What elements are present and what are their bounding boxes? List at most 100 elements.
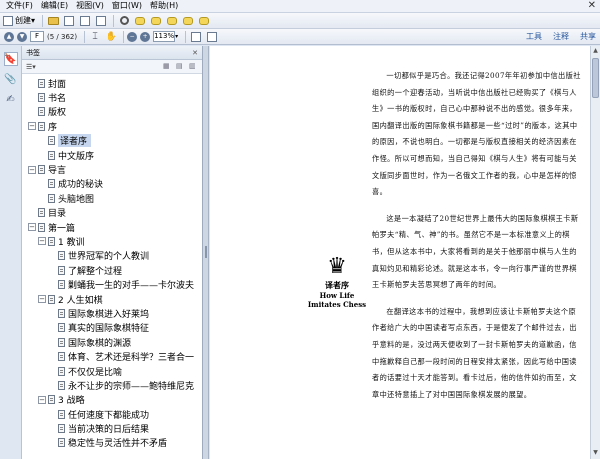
bookmark-item[interactable]: 任何速度下都能成功 bbox=[22, 407, 202, 421]
paperclip-icon[interactable]: 📎 bbox=[4, 72, 18, 86]
page-number-input[interactable]: F bbox=[30, 31, 44, 42]
bookmark-item[interactable]: 头脑地图 bbox=[22, 191, 202, 205]
vertical-scrollbar[interactable]: ▲ ▼ bbox=[590, 46, 600, 459]
scrollbar-thumb[interactable] bbox=[592, 58, 599, 98]
bookmark-item[interactable]: 封面 bbox=[22, 76, 202, 90]
bookmark-icon[interactable]: 🔖 bbox=[3, 52, 18, 66]
collapse-toggle-icon[interactable]: − bbox=[28, 223, 36, 232]
bookmark-item[interactable]: 不仅仅是比喻 bbox=[22, 364, 202, 378]
stamp-button[interactable] bbox=[165, 14, 179, 27]
zoom-dropdown-icon[interactable]: ▾ bbox=[175, 33, 178, 40]
bookmark-item[interactable]: − 序 bbox=[22, 119, 202, 133]
email-button[interactable] bbox=[94, 14, 108, 27]
scroll-up-icon[interactable]: ▲ bbox=[591, 47, 600, 56]
highlight-button[interactable] bbox=[149, 14, 163, 27]
bookmark-item[interactable]: 国际象棋进入好莱坞 bbox=[22, 306, 202, 320]
collapse-toggle-icon[interactable]: − bbox=[38, 395, 46, 404]
bookmark-item[interactable]: 了解整个过程 bbox=[22, 263, 202, 277]
bookmarks-header: 书签 ✕ bbox=[22, 46, 202, 60]
close-panel-icon[interactable]: ✕ bbox=[192, 49, 198, 57]
bookmark-item[interactable]: 书名 bbox=[22, 90, 202, 104]
paragraph: 这是一本凝结了20世纪世界上最伟大的国际象棋棋王卡斯帕罗夫“精、气、神”的书。虽… bbox=[372, 213, 579, 290]
previous-page-button[interactable]: ▲ bbox=[4, 31, 14, 42]
collapse-toggle-icon[interactable]: − bbox=[28, 165, 36, 174]
fit-width-icon bbox=[207, 31, 218, 42]
bookmark-item[interactable]: 体育、艺术还是科学？三者合一 bbox=[22, 349, 202, 363]
bookmark-item[interactable]: 国际象棋的渊源 bbox=[22, 335, 202, 349]
bookmark-item[interactable]: 稳定性与灵活性并不矛盾 bbox=[22, 436, 202, 450]
save-icon bbox=[64, 15, 75, 26]
paragraph: 一切都似乎是巧合。我还记得2007年年初参加中信出版社组织的一个迎春活动，当听说… bbox=[372, 71, 581, 197]
tools-link[interactable]: 工具 bbox=[526, 31, 542, 43]
create-button[interactable]: 创建 ▾ bbox=[3, 15, 35, 26]
chevron-down-icon: ▾ bbox=[31, 16, 36, 25]
bookmark-label: 版权 bbox=[48, 108, 67, 119]
bookmark-page-icon bbox=[58, 438, 65, 448]
comment-link[interactable]: 注释 bbox=[553, 31, 569, 43]
bookmark-label: 1 教训 bbox=[58, 237, 85, 248]
bookmark-item[interactable]: 中文版序 bbox=[22, 148, 202, 162]
collapse-toggle-icon[interactable]: − bbox=[38, 295, 46, 304]
bookmark-item[interactable]: 版权 bbox=[22, 105, 202, 119]
plus-icon: + bbox=[142, 33, 148, 40]
bookmark-page-icon bbox=[58, 409, 65, 419]
bookmark-item[interactable]: 世界冠军的个人教训 bbox=[22, 249, 202, 263]
page-count: (5 / 362) bbox=[47, 32, 78, 41]
create-button-label: 创建 bbox=[15, 16, 31, 25]
comment-button[interactable] bbox=[133, 14, 147, 27]
arrow-down-icon: ▼ bbox=[19, 33, 25, 40]
attach-button[interactable] bbox=[197, 14, 211, 27]
bookmark-page-icon bbox=[58, 308, 65, 318]
bookmark-page-icon bbox=[48, 179, 55, 189]
menu-edit[interactable]: 编辑(E) bbox=[41, 0, 68, 12]
scroll-down-icon[interactable]: ▼ bbox=[591, 449, 600, 458]
collapse-toggle-icon[interactable]: − bbox=[38, 237, 46, 246]
next-page-button[interactable]: ▼ bbox=[17, 31, 27, 42]
bookmark-item[interactable]: 成功的秘诀 bbox=[22, 177, 202, 191]
bookmark-actions: ▦ ▤ ▥ bbox=[159, 62, 198, 71]
bookmark-item[interactable]: 真实的国际象棋特征 bbox=[22, 321, 202, 335]
bookmark-item[interactable]: − 2 人生如棋 bbox=[22, 292, 202, 306]
bookmark-item[interactable]: 译者序 bbox=[22, 134, 202, 148]
bookmark-tree: 封面 书名 版权 − 序译者序 中文版序 − 导言 成功的秘诀 头脑地图 目录 − 第一篇 −1 教训 世界… bbox=[22, 74, 202, 450]
close-document-icon[interactable]: ✕ bbox=[588, 0, 596, 12]
fit-width-button[interactable] bbox=[205, 30, 219, 43]
menu-view[interactable]: 视图(V) bbox=[76, 0, 104, 12]
document-view[interactable]: ♛ 译者序 How Life Imitates Chess 一切都似乎是巧合。我… bbox=[210, 46, 590, 459]
signature-icon[interactable]: ✍ bbox=[4, 92, 18, 106]
bookmarks-panel: 书签 ✕ ☰▾ ▦ ▤ ▥ 封面 书名版权 − 序译者序 中文版序 − 导言 成功的秘诀 头脑地… bbox=[22, 46, 203, 459]
hand-tool-button[interactable]: ✋ bbox=[104, 30, 118, 43]
bookmark-item[interactable]: − 1 教训 bbox=[22, 234, 202, 248]
select-tool-button[interactable]: ⌶ bbox=[88, 30, 102, 43]
bookmark-item[interactable]: 目录 bbox=[22, 206, 202, 220]
bookmark-item[interactable]: 剿蛹我一生的对手——卡尔波夫 bbox=[22, 277, 202, 291]
menu-window[interactable]: 窗口(W) bbox=[112, 0, 142, 12]
new-bookmark-icon[interactable]: ▤ bbox=[176, 62, 185, 71]
bookmark-item[interactable]: − 导言 bbox=[22, 162, 202, 176]
print-button[interactable] bbox=[78, 14, 92, 27]
zoom-level-input[interactable]: 113% bbox=[153, 31, 176, 42]
menu-help[interactable]: 帮助(H) bbox=[150, 0, 178, 12]
cursor-icon: ⌶ bbox=[92, 31, 98, 42]
bookmark-item[interactable]: − 第一篇 bbox=[22, 220, 202, 234]
toolbar-divider bbox=[42, 14, 44, 27]
task-pane-links: 工具 注释 共享 bbox=[515, 31, 596, 43]
panel-splitter[interactable] bbox=[203, 46, 209, 459]
collapse-toggle-icon[interactable]: − bbox=[28, 122, 36, 131]
save-button[interactable] bbox=[62, 14, 76, 27]
delete-bookmark-icon[interactable]: ▦ bbox=[163, 62, 172, 71]
settings-button[interactable] bbox=[117, 14, 131, 27]
menu-file[interactable]: 文件(F) bbox=[6, 0, 33, 12]
open-button[interactable] bbox=[46, 14, 60, 27]
bookmark-item[interactable]: 当前决策的日后结果 bbox=[22, 421, 202, 435]
sign-button[interactable] bbox=[181, 14, 195, 27]
bookmark-page-icon bbox=[48, 136, 55, 146]
options-menu-button[interactable]: ☰▾ bbox=[26, 63, 36, 71]
fit-page-button[interactable] bbox=[189, 30, 203, 43]
zoom-out-button[interactable]: − bbox=[127, 31, 138, 42]
zoom-in-button[interactable]: + bbox=[140, 31, 151, 42]
bookmark-item[interactable]: 永不让步的宗师——鲍特维尼克 bbox=[22, 378, 202, 392]
share-link[interactable]: 共享 bbox=[580, 31, 596, 43]
expand-bookmark-icon[interactable]: ▥ bbox=[189, 62, 198, 71]
bookmark-item[interactable]: − 3 战略 bbox=[22, 393, 202, 407]
